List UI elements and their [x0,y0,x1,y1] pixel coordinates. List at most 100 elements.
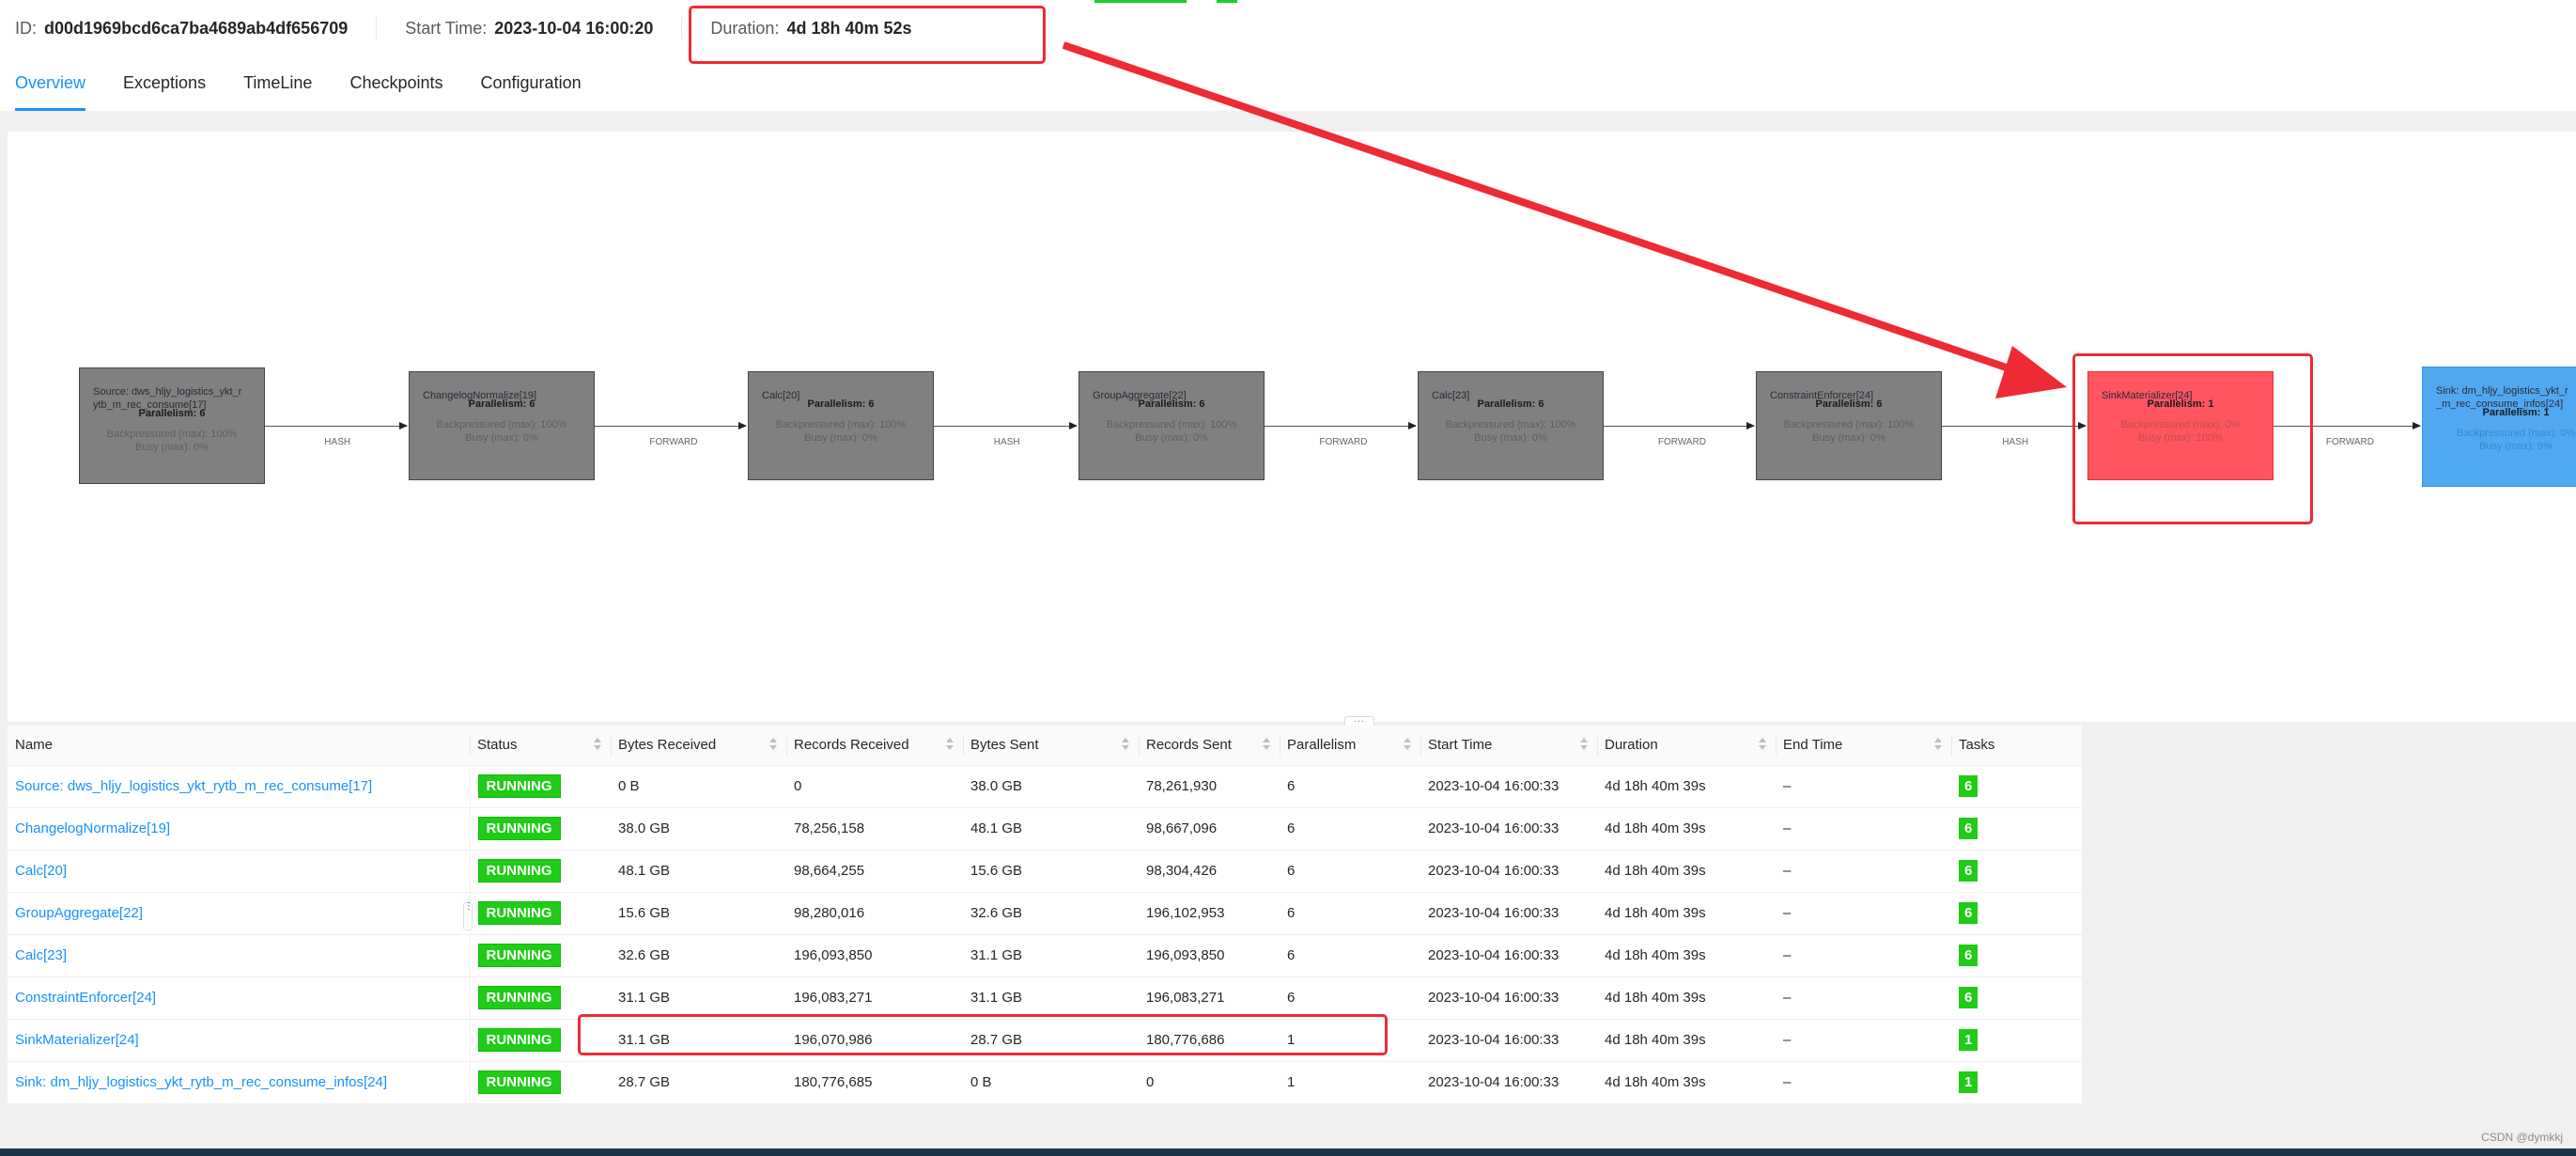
bytes-received-cell: 31.1 GB [611,976,786,1020]
column-header-label: Parallelism [1287,737,1357,754]
sort-icon[interactable] [769,738,777,751]
end-time-cell: – [1776,807,1951,851]
start-time-cell: 2023-10-04 16:00:33 [1420,850,1597,893]
node-busy: Busy (max): 0% [804,432,877,444]
sort-icon[interactable] [1263,738,1270,751]
node-backpressured: Backpressured (max): 100% [436,419,567,430]
vertex-name-link[interactable]: ConstraintEnforcer[24] [8,976,471,1020]
tasks-cell: 6 [1951,892,2082,935]
column-resize-handle[interactable]: ⋮ [463,902,473,930]
task-count-badge[interactable]: 6 [1959,902,1979,924]
sort-icon[interactable] [1580,738,1588,751]
duration-cell: 4d 18h 40m 39s [1597,807,1776,851]
column-header-parallelism[interactable]: Parallelism [1280,726,1420,766]
column-header-label: Tasks [1959,737,1995,754]
divider [681,17,683,39]
column-header-status[interactable]: Status [470,726,611,766]
records-sent-cell: 196,093,850 [1139,934,1280,977]
task-count-badge[interactable]: 1 [1959,1071,1979,1093]
graph-node[interactable]: ChangelogNormalize[19] Parallelism: 6 Back… [409,371,595,480]
task-count-badge[interactable]: 6 [1959,860,1979,882]
column-header-records-sent[interactable]: Records Sent [1139,726,1280,766]
sort-icon[interactable] [946,738,954,751]
graph-node[interactable]: Calc[20] Parallelism: 6 Backpressured (max… [748,371,934,480]
records-received-cell: 196,083,271 [786,976,963,1020]
tasks-cell: 1 [1951,1061,2082,1104]
table-row[interactable]: Sink: dm_hljy_logistics_ykt_rytb_m_rec_c… [8,1061,2082,1104]
sort-icon[interactable] [1404,738,1411,751]
tab-configuration[interactable]: Configuration [481,71,582,111]
job-graph-canvas[interactable]: Source: dws_hljy_logistics_ykt_r ytb_m_r… [8,132,2576,722]
table-row[interactable]: Calc[23] RUNNING 32.6 GB 196,093,850 31.1 GB… [8,934,2082,977]
vertex-name-link[interactable]: Sink: dm_hljy_logistics_ykt_rytb_m_rec_c… [8,1061,471,1104]
node-backpressured: Backpressured (max): 100% [1445,419,1576,430]
tab-checkpoints[interactable]: Checkpoints [349,71,442,111]
table-row[interactable]: ConstraintEnforcer[24] RUNNING 31.1 GB 196,… [8,976,2082,1020]
column-header-end-time[interactable]: End Time [1776,726,1951,766]
bytes-received-cell: 15.6 GB [611,892,786,935]
column-header-start-time[interactable]: Start Time [1420,726,1597,766]
column-header-records-received[interactable]: Records Received [786,726,963,766]
duration-cell: 4d 18h 40m 39s [1597,1061,1776,1104]
graph-edge [2273,422,2421,430]
job-meta-row: ID: d00d1969bcd6ca7ba4689ab4df656709 Sta… [15,17,912,39]
column-header-bytes-sent[interactable]: Bytes Sent [963,726,1139,766]
job-start-time: Start Time: 2023-10-04 16:00:20 [405,19,653,39]
sort-icon[interactable] [594,738,601,751]
bytes-received-cell: 38.0 GB [611,807,786,851]
tab-exceptions[interactable]: Exceptions [123,71,206,111]
tasks-cell: 6 [1951,765,2082,808]
column-header-duration[interactable]: Duration [1597,726,1776,766]
tab-timeline[interactable]: TimeLine [243,71,312,111]
status-cell: RUNNING [470,850,611,893]
graph-node[interactable]: GroupAggregate[22] Parallelism: 6 Backpres… [1079,371,1265,480]
records-sent-cell: 98,304,426 [1139,850,1280,893]
edge-partition-label: HASH [324,437,351,447]
graph-node[interactable]: Source: dws_hljy_logistics_ykt_r ytb_m_r… [79,367,265,484]
table-row[interactable]: GroupAggregate[22] RUNNING 15.6 GB 98,280,0… [8,892,2082,935]
duration-cell: 4d 18h 40m 39s [1597,976,1776,1020]
node-parallelism: Parallelism: 6 [1815,398,1883,410]
tab-overview[interactable]: Overview [15,71,86,111]
task-count-badge[interactable]: 6 [1959,945,1979,966]
sort-icon[interactable] [1934,738,1942,751]
end-time-cell: – [1776,1019,1951,1062]
vertex-name-link[interactable]: Calc[23] [8,934,471,977]
task-count-badge[interactable]: 6 [1959,987,1979,1008]
start-time-value: 2023-10-04 16:00:20 [494,18,654,38]
table-row[interactable]: ChangelogNormalize[19] RUNNING 38.0 GB 78,2… [8,807,2082,851]
status-cell: RUNNING [470,765,611,808]
table-row[interactable]: Source: dws_hljy_logistics_ykt_rytb_m_re… [8,765,2082,808]
graph-node[interactable]: ConstraintEnforcer[24] Parallelism: 6 Back… [1756,371,1942,480]
vertex-name-link[interactable]: ChangelogNormalize[19] [8,807,471,851]
job-tabs: Overview Exceptions TimeLine Checkpoints… [15,71,619,111]
graph-node[interactable]: SinkMaterializer[24] Parallelism: 1 Backpr… [2087,371,2273,480]
sort-icon[interactable] [1122,738,1129,751]
vertex-name-link[interactable]: SinkMaterializer[24] [8,1019,471,1062]
graph-node[interactable]: Calc[23] Parallelism: 6 Backpressured (max… [1418,371,1604,480]
tasks-cell: 6 [1951,934,2082,977]
vertex-name-link[interactable]: Source: dws_hljy_logistics_ykt_rytb_m_re… [8,765,471,808]
vertex-name-link[interactable]: Calc[20] [8,850,471,893]
task-count-badge[interactable]: 6 [1959,775,1979,797]
job-id: ID: d00d1969bcd6ca7ba4689ab4df656709 [15,19,348,39]
records-received-cell: 196,070,986 [786,1019,963,1062]
status-badge: RUNNING [477,774,561,798]
status-cell: RUNNING [470,807,611,851]
task-count-badge[interactable]: 1 [1959,1029,1979,1051]
edge-partition-label: FORWARD [1657,437,1706,447]
start-time-cell: 2023-10-04 16:00:33 [1420,976,1597,1020]
node-parallelism: Parallelism: 6 [807,398,875,410]
graph-node[interactable]: Sink: dm_hljy_logistics_ykt_r _m_rec_con… [2422,367,2576,487]
duration-cell: 4d 18h 40m 39s [1597,934,1776,977]
sort-icon[interactable] [1759,738,1766,751]
table-row[interactable]: SinkMaterializer[24] RUNNING 31.1 GB 196,07… [8,1019,2082,1062]
start-time-cell: 2023-10-04 16:00:33 [1420,1061,1597,1104]
table-row[interactable]: Calc[20] RUNNING 48.1 GB 98,664,255 15.6 GB 9… [8,850,2082,893]
task-count-badge[interactable]: 6 [1959,818,1979,839]
node-busy: Busy (max): 0% [1812,432,1885,444]
vertex-name-link[interactable]: GroupAggregate[22] [8,892,471,935]
end-time-cell: – [1776,1061,1951,1104]
column-header-bytes-received[interactable]: Bytes Received [611,726,786,766]
end-time-cell: – [1776,765,1951,808]
